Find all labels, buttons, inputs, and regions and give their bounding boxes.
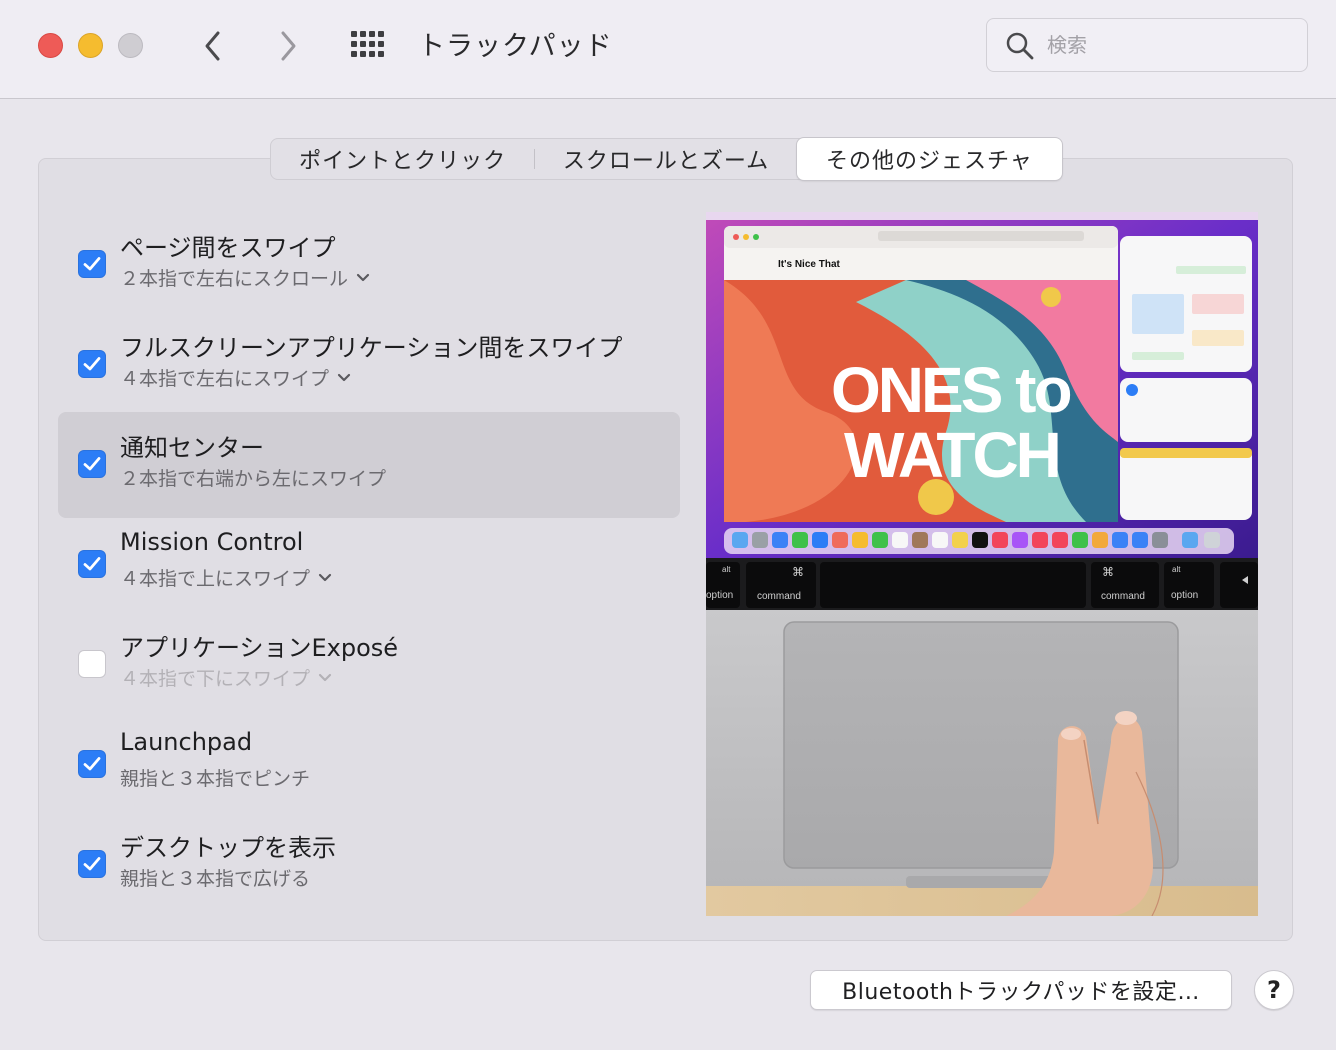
show-desktop-checkbox[interactable] xyxy=(78,850,106,878)
key-alt-right: alt xyxy=(1172,565,1181,574)
chevron-down-icon xyxy=(318,673,332,683)
gesture-preview-illustration: It's Nice That ONES to WATCH alt option … xyxy=(706,212,1258,916)
checkmark-icon xyxy=(83,457,101,471)
grid-icon xyxy=(351,31,384,57)
gesture-row-launchpad[interactable]: Launchpad 親指と３本指でピンチ xyxy=(58,712,680,818)
close-window-button[interactable] xyxy=(38,33,63,58)
preview-headline-line2: WATCH xyxy=(844,419,1059,491)
key-option-right: option xyxy=(1171,590,1198,601)
checkmark-icon xyxy=(83,357,101,371)
gesture-row-app-expose[interactable]: アプリケーションExposé ４本指で下にスワイプ xyxy=(58,612,680,718)
dock-icons xyxy=(732,532,1220,548)
search-field[interactable] xyxy=(986,18,1308,72)
gesture-title: フルスクリーンアプリケーション間をスワイプ xyxy=(120,334,623,362)
chevron-down-icon xyxy=(337,373,351,383)
checkmark-icon xyxy=(83,557,101,571)
gesture-row-swipe-between-fullscreen-apps[interactable]: フルスクリーンアプリケーション間をスワイプ ４本指で左右にスワイプ xyxy=(58,312,680,418)
search-icon xyxy=(1006,32,1034,60)
key-command-right: command xyxy=(1101,591,1145,602)
window-title: トラックパッド xyxy=(418,31,613,62)
gesture-description: 親指と３本指で広げる xyxy=(120,864,310,891)
gesture-subtitle: ４本指で下にスワイプ xyxy=(120,668,311,690)
show-all-button[interactable] xyxy=(349,28,389,64)
gesture-description: 親指と３本指でピンチ xyxy=(120,764,310,791)
gesture-title: アプリケーションExposé xyxy=(120,634,399,662)
gesture-row-swipe-between-pages[interactable]: ページ間をスワイプ ２本指で左右にスクロール xyxy=(58,212,680,318)
help-button[interactable]: ? xyxy=(1254,970,1294,1010)
tab-scroll-and-zoom[interactable]: スクロールとズーム xyxy=(535,139,796,179)
gesture-subtitle: 親指と３本指で広げる xyxy=(120,868,311,890)
app-expose-checkbox[interactable] xyxy=(78,650,106,678)
gesture-title: ページ間をスワイプ xyxy=(120,234,336,262)
chevron-down-icon xyxy=(356,273,370,283)
tab-more-gestures[interactable]: その他のジェスチャ xyxy=(796,138,1062,180)
gesture-row-show-desktop[interactable]: デスクトップを表示 親指と３本指で広げる xyxy=(58,812,680,918)
notification-center-checkbox[interactable] xyxy=(78,450,106,478)
title-bar: トラックパッド xyxy=(0,0,1336,99)
swipe-between-fullscreen-apps-checkbox[interactable] xyxy=(78,350,106,378)
zoom-window-button[interactable] xyxy=(118,33,143,58)
trackpad-preferences-window: トラックパッド ポイントとクリック スクロールとズーム その他のジェスチャ ペー… xyxy=(0,0,1336,1050)
gesture-subtitle: ４本指で左右にスワイプ xyxy=(120,368,330,390)
setup-bluetooth-trackpad-button[interactable]: Bluetoothトラックパッドを設定… xyxy=(810,970,1232,1010)
chevron-right-icon xyxy=(281,31,296,61)
back-button[interactable] xyxy=(193,26,233,66)
gesture-subtitle: ２本指で右端から左にスワイプ xyxy=(120,468,387,490)
gesture-option-popup[interactable]: ２本指で左右にスクロール xyxy=(120,264,370,291)
key-cmd-symbol-left: ⌘ xyxy=(792,565,804,579)
gesture-title: デスクトップを表示 xyxy=(120,834,336,862)
key-option-left: option xyxy=(706,590,733,601)
chevron-left-icon xyxy=(205,31,220,61)
gesture-subtitle: ２本指で左右にスクロール xyxy=(120,268,349,290)
gesture-row-mission-control[interactable]: Mission Control ４本指で上にスワイプ xyxy=(58,512,680,618)
gesture-description: ２本指で右端から左にスワイプ xyxy=(120,464,386,491)
gesture-preview-video: It's Nice That ONES to WATCH alt option … xyxy=(706,212,1258,916)
minimize-window-button[interactable] xyxy=(78,33,103,58)
search-input[interactable] xyxy=(1047,33,1287,57)
gesture-title: Mission Control xyxy=(120,528,304,556)
tab-bar: ポイントとクリック スクロールとズーム その他のジェスチャ xyxy=(270,138,1062,180)
site-name: It's Nice That xyxy=(778,259,841,270)
key-alt-left: alt xyxy=(722,565,731,574)
forward-button[interactable] xyxy=(268,26,308,66)
gesture-title: Launchpad xyxy=(120,728,253,756)
gesture-option-popup[interactable]: ４本指で左右にスワイプ xyxy=(120,364,351,391)
tab-point-and-click[interactable]: ポイントとクリック xyxy=(271,139,534,179)
gesture-subtitle: 親指と３本指でピンチ xyxy=(120,768,311,790)
launchpad-checkbox[interactable] xyxy=(78,750,106,778)
checkmark-icon xyxy=(83,757,101,771)
chevron-down-icon xyxy=(318,573,332,583)
key-command-left: command xyxy=(757,591,801,602)
gesture-option-popup[interactable]: ４本指で上にスワイプ xyxy=(120,564,332,591)
mission-control-checkbox[interactable] xyxy=(78,550,106,578)
gesture-title: 通知センター xyxy=(120,434,264,462)
preview-headline-line1: ONES to xyxy=(831,354,1070,426)
checkmark-icon xyxy=(83,857,101,871)
gesture-subtitle: ４本指で上にスワイプ xyxy=(120,568,311,590)
gesture-row-notification-center[interactable]: 通知センター ２本指で右端から左にスワイプ xyxy=(58,412,680,518)
checkmark-icon xyxy=(83,257,101,271)
gesture-option-popup[interactable]: ４本指で下にスワイプ xyxy=(120,664,332,691)
swipe-between-pages-checkbox[interactable] xyxy=(78,250,106,278)
key-cmd-symbol-right: ⌘ xyxy=(1102,565,1114,579)
